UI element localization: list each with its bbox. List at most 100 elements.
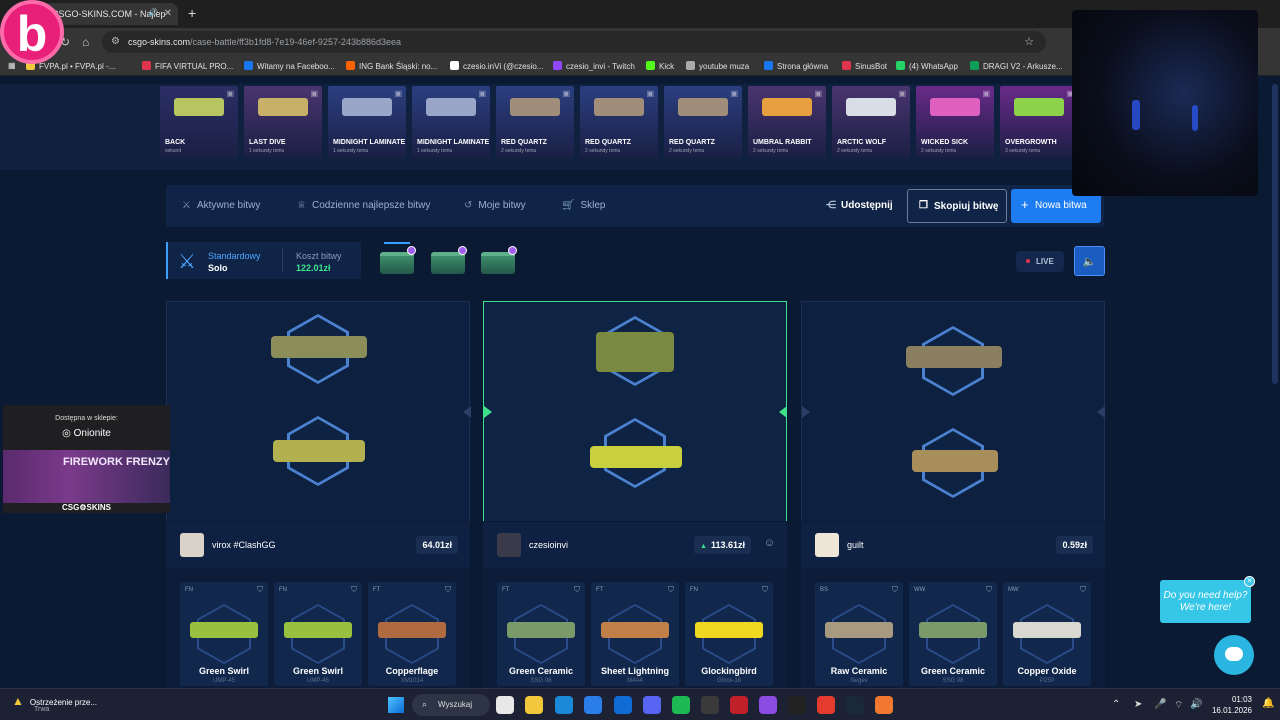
- url-path: /case-battle/ff3b1fd8-7e19-46ef-9257-243…: [190, 37, 402, 47]
- battle-mode: Standardowy: [208, 251, 261, 261]
- apps-icon[interactable]: ▦: [8, 61, 16, 70]
- bookmark-item[interactable]: (4) WhatsApp: [896, 61, 958, 71]
- nav-shop[interactable]: 🛒 Sklep: [562, 200, 605, 211]
- bookmark-star-icon[interactable]: ☆: [1024, 35, 1034, 48]
- share-button[interactable]: ⋲ Udostępnij: [826, 200, 893, 211]
- close-icon[interactable]: ✕: [1244, 576, 1255, 587]
- app-icon[interactable]: [759, 696, 777, 714]
- item-card[interactable]: FN ⛉ Green Swirl UMP-45: [274, 582, 362, 686]
- drop-card[interactable]: ▣ RED QUARTZ 2 sekundy temu: [664, 86, 742, 158]
- speaker-icon[interactable]: 🔊: [148, 8, 158, 17]
- task-view-icon[interactable]: [496, 696, 514, 714]
- case-chest-icon: [380, 252, 414, 274]
- weapon-image: [258, 98, 308, 116]
- discord-icon[interactable]: [643, 696, 661, 714]
- drop-card[interactable]: ▣ LAST DIVE 1 sekundy temu: [244, 86, 322, 158]
- bookmark-item[interactable]: czesio.inVi (@czesio...: [450, 61, 543, 71]
- emoji-icon[interactable]: ☺: [764, 537, 775, 549]
- chrome-icon[interactable]: [817, 696, 835, 714]
- site-info-icon[interactable]: ⚙: [111, 36, 120, 47]
- case-badge: [508, 246, 517, 255]
- nav-active-battles[interactable]: ⚔ Aktywne bitwy: [182, 200, 260, 211]
- sound-toggle-button[interactable]: 🔈: [1074, 246, 1105, 276]
- file-explorer-icon[interactable]: [525, 696, 543, 714]
- bookmark-item[interactable]: Strona główna: [764, 61, 828, 71]
- drop-card[interactable]: ▣ RED QUARTZ 2 sekundy temu: [496, 86, 574, 158]
- bookmark-item[interactable]: FIFA VIRTUAL PRO...: [142, 61, 233, 71]
- player-card[interactable]: guilt 0.59zł: [801, 522, 1105, 568]
- drop-card[interactable]: ▣ OVERGROWTH 3 sekundy temu: [1000, 86, 1078, 158]
- bookmark-item[interactable]: ING Bank Śląski: no...: [346, 61, 437, 71]
- drop-card[interactable]: ▣ MIDNIGHT LAMINATE 1 sekundy temu: [328, 86, 406, 158]
- bookmark-item[interactable]: czesio_invi - Twitch: [553, 61, 635, 71]
- store-icon[interactable]: [584, 696, 602, 714]
- bookmark-item[interactable]: youtube muza: [686, 61, 749, 71]
- url-input[interactable]: ⚙ csgo-skins.com/case-battle/ff3b1fd8-7e…: [102, 31, 1046, 53]
- home-icon[interactable]: ⌂: [82, 35, 89, 49]
- item-wear: FT: [596, 587, 604, 593]
- microphone-icon[interactable]: 🎤: [1154, 699, 1166, 710]
- location-icon[interactable]: ➤: [1134, 699, 1142, 710]
- player-card[interactable]: czesioinvi ▲ 113.61zł ☺: [483, 522, 787, 568]
- weather-warning[interactable]: ▲ Ostrzeżenie prze... Trwa: [12, 694, 97, 713]
- bookmark-item[interactable]: SinusBot: [842, 61, 887, 71]
- drop-card[interactable]: ▣ UMBRAL RABBIT 2 sekundy temu: [748, 86, 826, 158]
- case-thumbnail[interactable]: [380, 242, 416, 274]
- drop-card[interactable]: ▣ RED QUARTZ 2 sekundy temu: [580, 86, 658, 158]
- tray-chevron-icon[interactable]: ⌃: [1112, 699, 1120, 710]
- item-type: UMP-45: [212, 678, 235, 684]
- weapon-image: [601, 622, 669, 638]
- weapon-image: [510, 98, 560, 116]
- clock[interactable]: 01:03 16.01.2026: [1206, 694, 1252, 716]
- player-value: 113.61zł: [710, 540, 745, 550]
- player-card[interactable]: virox #ClashGG 64.01zł: [166, 522, 470, 568]
- item-card[interactable]: BS ⛉ Raw Ceramic Negev: [815, 582, 903, 686]
- bookmark-item[interactable]: Kick: [646, 61, 674, 71]
- nav-my-battles[interactable]: ↺ Moje bitwy: [464, 200, 526, 211]
- nav-daily-best[interactable]: ♕ Codzienne najlepsze bitwy: [297, 200, 430, 211]
- promo-line2: ◎ Onionite: [62, 428, 111, 439]
- item-card[interactable]: MW ⛉ Copper Oxide P250: [1003, 582, 1091, 686]
- item-card[interactable]: FT ⛉ Copperflage XM1014: [368, 582, 456, 686]
- drop-card[interactable]: ▣ MIDNIGHT LAMINATE 1 sekundy temu: [412, 86, 490, 158]
- battle-cost-label: Koszt bitwy: [296, 251, 342, 261]
- notifications-icon[interactable]: 🔔: [1262, 698, 1274, 709]
- item-card[interactable]: FT ⛉ Green Ceramic SSG 08: [497, 582, 585, 686]
- edge-icon[interactable]: [555, 696, 573, 714]
- case-thumbnail[interactable]: [481, 246, 517, 274]
- case-thumbnail[interactable]: [431, 246, 467, 274]
- app-icon[interactable]: [730, 696, 748, 714]
- windows-start-icon[interactable]: [388, 697, 404, 713]
- spotify-icon[interactable]: [672, 696, 690, 714]
- drop-card[interactable]: ▣ WICKED SICK 2 sekundy temu: [916, 86, 994, 158]
- app-icon[interactable]: [875, 696, 893, 714]
- item-type: Negev: [850, 678, 868, 684]
- new-tab-icon[interactable]: +: [188, 5, 196, 21]
- taskbar-search[interactable]: ⌕ Wyszukaj: [412, 694, 490, 716]
- item-card[interactable]: FT ⛉ Sheet Lightning M4A4: [591, 582, 679, 686]
- promo-brand: CSG⚙SKINS: [3, 503, 170, 512]
- bookmark-item[interactable]: DRAGI V2 - Arkusze...: [970, 61, 1063, 71]
- item-card[interactable]: WW ⛉ Green Ceramic SSG 08: [909, 582, 997, 686]
- close-tab-icon[interactable]: ✕: [164, 8, 172, 19]
- drop-card[interactable]: ▣ BACK sekund: [160, 86, 238, 158]
- trophy-icon: ♕: [297, 200, 306, 211]
- steam-icon[interactable]: [846, 696, 864, 714]
- drop-card[interactable]: ▣ ARCTIC WOLF 2 sekundy temu: [832, 86, 910, 158]
- wifi-icon[interactable]: ⌔: [1174, 699, 1183, 712]
- outlook-icon[interactable]: [614, 696, 632, 714]
- scrollbar[interactable]: [1272, 84, 1278, 384]
- volume-icon[interactable]: 🔊: [1190, 699, 1202, 710]
- item-card[interactable]: FN ⛉ Glockingbird Glock-18: [685, 582, 773, 686]
- help-bubble[interactable]: Do you need help? We're here! ✕: [1160, 576, 1255, 623]
- bookmark-favicon-icon: [346, 61, 355, 70]
- item-card[interactable]: FN ⛉ Green Swirl UMP-45: [180, 582, 268, 686]
- obs-icon[interactable]: [788, 696, 806, 714]
- chat-button[interactable]: [1214, 635, 1254, 675]
- bookmark-item[interactable]: Witamy na Faceboo...: [244, 61, 335, 71]
- copy-battle-button[interactable]: ❐ Skopiuj bitwę: [907, 189, 1007, 223]
- weapon-image: [271, 336, 367, 358]
- xbox-icon[interactable]: [701, 696, 719, 714]
- battle-cost-value: 122.01zł: [296, 263, 331, 273]
- cart-icon: 🛒: [562, 200, 575, 211]
